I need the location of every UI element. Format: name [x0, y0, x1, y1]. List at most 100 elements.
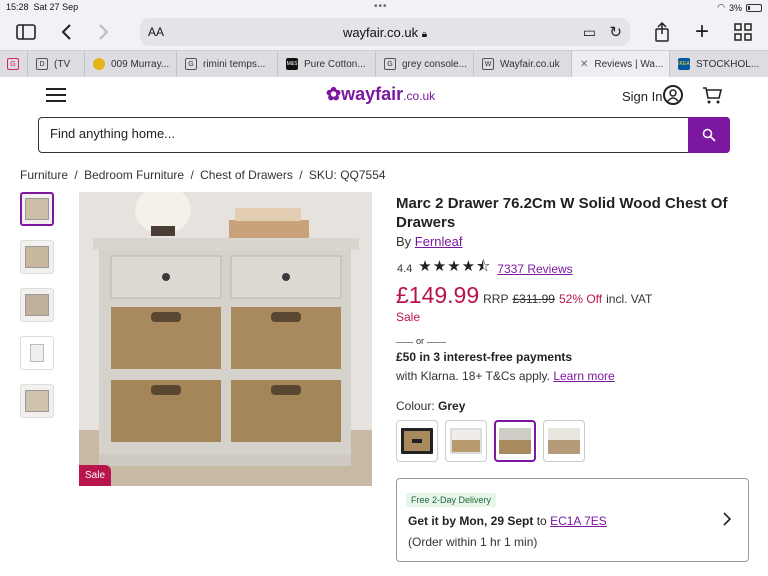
ikea-icon: IKEA	[678, 58, 690, 70]
breadcrumb-sku: SKU: QQ7554	[308, 168, 386, 182]
status-right: ◠ 3%	[717, 2, 762, 13]
tab-label: (TV	[54, 58, 71, 70]
tab-overview-icon[interactable]	[731, 20, 755, 44]
tab-icon: G	[7, 58, 19, 70]
thumbnail-list	[20, 192, 56, 432]
search-bar	[38, 117, 730, 153]
tab-label: STOCKHOL...	[696, 58, 760, 70]
breadcrumb-separator: /	[299, 168, 303, 182]
star-rating-icon: ★★★★⯪	[418, 258, 492, 275]
klarna-offer: £50 in 3 interest-free payments	[396, 350, 573, 364]
multitask-dots-icon[interactable]: •••	[374, 1, 388, 12]
status-bar: 15:28 Sat 27 Sep ••• ◠ 3%	[0, 0, 768, 14]
tab-strip: G D (TV 009 Murray... G rimini temps... …	[0, 50, 768, 77]
swatch-white[interactable]	[445, 420, 487, 462]
wayfair-logo[interactable]: ✿wayfair.co.uk	[326, 84, 435, 105]
tab-icon: D	[36, 58, 48, 70]
wayfair-icon: W	[482, 58, 494, 70]
swatch-grey[interactable]	[494, 420, 536, 462]
breadcrumb-separator: /	[190, 168, 194, 182]
breadcrumb-bedroom-furniture[interactable]: Bedroom Furniture	[84, 168, 184, 182]
logo-mark-icon: ✿	[326, 84, 342, 104]
order-within: (Order within 1 hr 1 min)	[408, 535, 538, 549]
product-main-image[interactable]	[79, 192, 372, 486]
battery-icon	[746, 3, 762, 12]
user-icon[interactable]	[663, 85, 683, 105]
thumbnail-1[interactable]	[20, 192, 54, 226]
tab-label: rimini temps...	[203, 58, 266, 70]
sale-label: Sale	[396, 310, 421, 324]
tab-label: grey console...	[402, 58, 468, 70]
reload-icon[interactable]: ↻	[609, 23, 622, 41]
search-icon	[702, 128, 716, 142]
status-time: 15:28 Sat 27 Sep	[6, 2, 79, 12]
tab-label: Pure Cotton...	[304, 58, 366, 70]
sale-badge: Sale	[79, 465, 111, 486]
tab-label: Wayfair.co.uk	[500, 58, 560, 70]
sidebar-icon[interactable]	[14, 20, 38, 44]
swatch-black[interactable]	[396, 420, 438, 462]
forward-icon[interactable]	[92, 20, 116, 44]
close-icon[interactable]: ✕	[580, 59, 588, 70]
brand-line: By Fernleaf	[396, 234, 463, 249]
battery-percent: 3%	[728, 2, 742, 13]
swatch-natural[interactable]	[543, 420, 585, 462]
sign-in-link[interactable]: Sign In	[622, 89, 662, 104]
search-button[interactable]	[688, 117, 730, 153]
delivery-date: Get it by Mon, 29 Sept to EC1A 7ES	[408, 514, 607, 528]
delivery-box[interactable]: Free 2-Day Delivery Get it by Mon, 29 Se…	[396, 478, 749, 562]
rrp-label: RRP	[483, 292, 509, 306]
google-icon: G	[185, 58, 197, 70]
back-icon[interactable]	[54, 20, 78, 44]
price-row: £149.99 RRP £311.99 52% Off incl. VAT	[396, 282, 652, 309]
new-tab-icon[interactable]: +	[690, 18, 714, 45]
thumbnail-4[interactable]	[20, 336, 54, 370]
by-label: By	[396, 234, 412, 249]
share-icon[interactable]	[650, 20, 674, 44]
rating-value: 4.4	[397, 262, 413, 275]
tab-icon	[93, 58, 105, 70]
chevron-right-icon[interactable]	[722, 512, 732, 531]
price: £149.99	[396, 282, 480, 308]
tab-1[interactable]: 009 Murray...	[85, 51, 177, 77]
vat-note: incl. VAT	[606, 292, 653, 306]
free-delivery-badge: Free 2-Day Delivery	[406, 493, 497, 507]
postcode-link[interactable]: EC1A 7ES	[550, 514, 607, 528]
product-title: Marc 2 Drawer 76.2Cm W Solid Wood Chest …	[396, 195, 728, 231]
tab-5[interactable]: W Wayfair.co.uk	[474, 51, 572, 77]
tab-7[interactable]: IKEA STOCKHOL...	[670, 51, 768, 77]
tab-4[interactable]: G grey console...	[376, 51, 474, 77]
learn-more-link[interactable]: Learn more	[553, 369, 614, 383]
reader-icon[interactable]: ▭	[583, 24, 596, 41]
wifi-icon: ◠	[717, 2, 725, 12]
address-bar[interactable]: AA wayfair.co.uk 🔒︎ ▭ ↻	[140, 18, 630, 46]
brand-link[interactable]: Fernleaf	[415, 234, 463, 249]
breadcrumb: Furniture / Bedroom Furniture / Chest of…	[20, 168, 389, 182]
thumbnail-2[interactable]	[20, 240, 54, 274]
url-text[interactable]: wayfair.co.uk 🔒︎	[140, 25, 630, 40]
rrp-price: £311.99	[512, 292, 555, 306]
reviews-link[interactable]: 7337 Reviews	[497, 262, 572, 276]
tab-0[interactable]: D (TV	[28, 51, 85, 77]
tab-6-active[interactable]: ✕ Reviews | Wa...	[572, 51, 670, 77]
klarna-terms: with Klarna. 18+ T&Cs apply. Learn more	[396, 369, 615, 383]
tab-2[interactable]: G rimini temps...	[177, 51, 278, 77]
colour-swatches	[396, 420, 585, 462]
breadcrumb-furniture[interactable]: Furniture	[20, 168, 68, 182]
thumbnail-5[interactable]	[20, 384, 54, 418]
lock-icon: 🔒︎	[421, 29, 428, 40]
breadcrumb-chest-of-drawers[interactable]: Chest of Drawers	[200, 168, 293, 182]
search-input[interactable]	[50, 126, 670, 141]
tab-label: 009 Murray...	[111, 58, 170, 70]
tab-label: Reviews | Wa...	[594, 58, 664, 70]
or-divider: or	[396, 336, 446, 347]
tab-pinned[interactable]: G	[0, 51, 28, 77]
breadcrumb-separator: /	[74, 168, 78, 182]
thumbnail-3[interactable]	[20, 288, 54, 322]
hamburger-menu-icon[interactable]	[46, 88, 66, 102]
ms-icon: M&S	[286, 58, 298, 70]
cart-icon[interactable]	[702, 86, 723, 104]
tab-3[interactable]: M&S Pure Cotton...	[278, 51, 376, 77]
colour-value: Grey	[438, 399, 466, 413]
discount-percent: 52% Off	[558, 292, 603, 306]
